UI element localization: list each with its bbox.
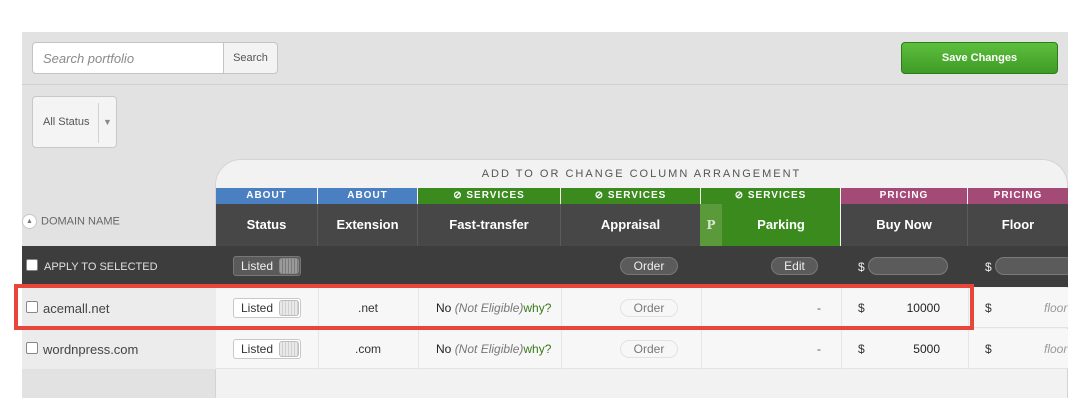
- status-filter-select[interactable]: All Status ▼: [32, 96, 117, 148]
- select-divider: [98, 103, 99, 143]
- domain-name[interactable]: wordnpress.com: [43, 342, 138, 357]
- status-filter-value: All Status: [43, 116, 90, 128]
- toggle-label: Listed: [241, 342, 274, 356]
- bulk-buy-now-currency: $: [858, 260, 865, 274]
- services-icon: ⊘: [734, 190, 748, 201]
- services-icon: ⊘: [594, 190, 608, 201]
- column-divider: [418, 329, 419, 369]
- column-header-appraisal[interactable]: Appraisal: [561, 204, 701, 246]
- column-divider: [841, 329, 842, 369]
- bulk-floor-currency: $: [985, 260, 992, 274]
- category-services-parking: ⊘ SERVICES: [701, 188, 840, 204]
- floor-currency: $: [985, 301, 992, 315]
- floor-placeholder: floor: [1044, 342, 1068, 356]
- sort-up-icon[interactable]: ▲: [22, 214, 37, 229]
- toolbar: Search Save Changes: [22, 32, 1068, 85]
- table-row: wordnpress.com Listed .com No (Not Eligi…: [22, 329, 1068, 369]
- column-header-status[interactable]: Status: [216, 204, 318, 246]
- select-all-checkbox[interactable]: [26, 259, 38, 271]
- column-divider: [968, 329, 969, 369]
- buy-now-input[interactable]: 5000: [868, 340, 948, 358]
- toggle-label: Listed: [241, 259, 274, 273]
- domain-name-header-label: DOMAIN NAME: [41, 215, 120, 228]
- domain-name-header[interactable]: ▲ DOMAIN NAME: [22, 214, 120, 229]
- parking-value: -: [817, 342, 821, 356]
- column-divider: [561, 329, 562, 369]
- portfolio-panel: Search Save Changes All Status ▼ ADD TO …: [22, 32, 1068, 398]
- chevron-down-icon: ▼: [103, 117, 112, 127]
- bulk-status-toggle[interactable]: Listed: [233, 256, 301, 276]
- bulk-appraisal-order-button[interactable]: Order: [620, 257, 678, 275]
- search-button[interactable]: Search: [223, 42, 278, 74]
- column-arrangement-link[interactable]: ADD TO OR CHANGE COLUMN ARRANGEMENT: [215, 168, 1068, 180]
- category-label: SERVICES: [466, 190, 525, 201]
- apply-to-selected-label: APPLY TO SELECTED: [44, 261, 158, 273]
- column-header-fast-transfer[interactable]: Fast-transfer: [418, 204, 561, 246]
- column-header-parking[interactable]: Parking: [722, 204, 840, 246]
- floor-placeholder: floor: [1044, 301, 1068, 315]
- column-divider: [701, 329, 702, 369]
- highlight-annotation: [14, 284, 974, 330]
- save-changes-button[interactable]: Save Changes: [901, 42, 1058, 74]
- fast-transfer-value: No (Not Eligible)why?: [436, 342, 551, 356]
- column-header-buy-now[interactable]: Buy Now: [841, 204, 968, 246]
- category-about-status: ABOUT: [216, 188, 317, 204]
- bulk-parking-edit-button[interactable]: Edit: [771, 257, 818, 275]
- parking-badge: P: [700, 204, 722, 246]
- search-input[interactable]: [32, 42, 224, 74]
- fast-transfer-note: (Not Eligible): [454, 342, 524, 356]
- category-label: SERVICES: [607, 190, 667, 201]
- row-checkbox[interactable]: [26, 342, 38, 354]
- floor-currency: $: [985, 342, 992, 356]
- category-services-appraisal: ⊘ SERVICES: [561, 188, 700, 204]
- column-header-floor[interactable]: Floor: [968, 204, 1068, 246]
- why-link[interactable]: why?: [523, 342, 551, 356]
- bulk-buy-now-input[interactable]: [868, 257, 948, 275]
- toggle-knob[interactable]: [279, 341, 299, 357]
- toggle-knob[interactable]: [279, 258, 299, 274]
- extension-value: .com: [354, 342, 381, 356]
- category-services-fast-transfer: ⊘ SERVICES: [418, 188, 560, 204]
- category-pricing-buy-now: PRICING: [841, 188, 967, 204]
- column-header-extension[interactable]: Extension: [318, 204, 418, 246]
- appraisal-order-button[interactable]: Order: [620, 340, 678, 358]
- buy-now-currency: $: [858, 342, 865, 356]
- apply-to-selected-row: APPLY TO SELECTED Listed Order Edit $ $: [22, 246, 1068, 287]
- fast-transfer-status: No: [436, 342, 452, 356]
- bulk-floor-input[interactable]: [995, 257, 1068, 275]
- services-icon: ⊘: [453, 190, 467, 201]
- status-toggle[interactable]: Listed: [233, 339, 301, 359]
- category-label: SERVICES: [747, 190, 807, 201]
- category-about-extension: ABOUT: [318, 188, 417, 204]
- category-pricing-floor: PRICING: [968, 188, 1068, 204]
